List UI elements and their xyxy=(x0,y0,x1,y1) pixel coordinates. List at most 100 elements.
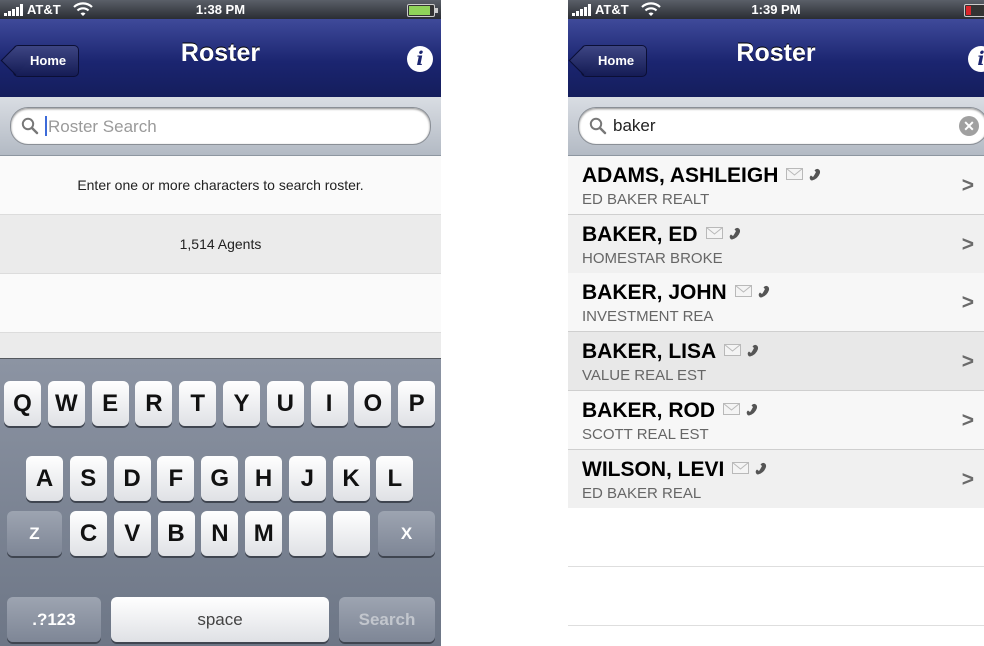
key-y[interactable]: Y xyxy=(223,381,260,426)
key-z[interactable]: C xyxy=(70,511,107,556)
battery-icon xyxy=(407,4,438,17)
empty-row xyxy=(0,274,441,333)
list-item[interactable]: BAKER, JOHN INVESTMENT REA > xyxy=(568,273,984,333)
list-item[interactable]: BAKER, ROD SCOTT REAL EST > xyxy=(568,390,984,450)
envelope-icon xyxy=(724,338,742,357)
chevron-right-icon: > xyxy=(961,408,974,432)
key-a[interactable]: A xyxy=(26,456,63,501)
clear-x-icon[interactable]: ✕ xyxy=(959,116,979,136)
delete-key[interactable]: X xyxy=(378,511,435,556)
search-bar: Roster Search xyxy=(0,97,441,156)
phone-handset-icon xyxy=(745,340,761,357)
search-input[interactable]: Roster Search xyxy=(10,107,431,145)
key-t[interactable]: T xyxy=(179,381,217,426)
key-c[interactable]: B xyxy=(157,511,195,556)
battery-icon xyxy=(964,4,984,17)
search-hint-text: Enter one or more characters to search r… xyxy=(77,177,364,193)
key-w[interactable]: W xyxy=(47,381,85,426)
key-d[interactable]: D xyxy=(113,456,151,501)
search-icon xyxy=(21,117,39,135)
status-bar: AT&T 1:39 PM xyxy=(568,0,984,19)
key-e[interactable]: E xyxy=(91,381,129,426)
phone-screen-right: AT&T 1:39 PM Home Roster i baker ✕ ADAMS… xyxy=(568,0,984,646)
key-j[interactable]: J xyxy=(288,456,326,501)
agent-company: VALUE REAL EST xyxy=(582,367,707,385)
key-h[interactable]: H xyxy=(245,456,282,501)
envelope-icon xyxy=(705,221,723,239)
empty-row xyxy=(0,333,441,359)
key-p[interactable]: P xyxy=(398,381,436,426)
key-m[interactable] xyxy=(332,511,370,556)
agent-name: BAKER, ROD xyxy=(582,398,716,422)
key-n[interactable] xyxy=(289,511,326,556)
list-item[interactable]: BAKER, ED HOMESTAR BROKE > xyxy=(568,214,984,274)
key-o[interactable]: O xyxy=(354,381,392,426)
on-screen-keyboard: QWERTYUIOP ASDFGHJKL Z X CVBNM .?123 spa… xyxy=(0,358,441,646)
agent-name-line: WILSON, LEVI xyxy=(582,456,769,482)
empty-row xyxy=(568,567,984,626)
list-item[interactable]: WILSON, LEVI ED BAKER REAL > xyxy=(568,449,984,509)
search-value: baker xyxy=(613,116,656,135)
search-icon xyxy=(589,117,607,135)
search-bar: baker ✕ xyxy=(568,97,984,156)
agent-name-line: ADAMS, ASHLEIGH xyxy=(582,162,823,188)
info-icon[interactable]: i xyxy=(968,46,984,72)
list-item[interactable]: BAKER, LISA VALUE REAL EST > xyxy=(568,332,984,392)
agent-name-line: BAKER, JOHN xyxy=(582,279,772,305)
key-u[interactable]: U xyxy=(266,381,304,426)
agent-count-row: 1,514 Agents xyxy=(0,215,441,274)
search-hint-row: Enter one or more characters to search r… xyxy=(0,156,441,215)
agent-company: ED BAKER REAL xyxy=(582,484,702,502)
agent-company: ED BAKER REALT xyxy=(582,191,710,208)
info-icon[interactable]: i xyxy=(407,46,433,72)
envelope-icon xyxy=(732,456,750,474)
envelope-icon xyxy=(734,279,752,298)
key-k[interactable]: K xyxy=(332,456,370,501)
agent-company: INVESTMENT REA xyxy=(582,308,714,326)
agent-name-line: BAKER, LISA xyxy=(582,338,761,364)
key-r[interactable]: R xyxy=(135,381,173,426)
agent-name: BAKER, LISA xyxy=(582,340,717,364)
envelope-icon xyxy=(786,162,804,180)
key-i[interactable]: I xyxy=(310,381,348,426)
text-caret xyxy=(45,116,47,136)
empty-row xyxy=(568,508,984,567)
page-title: Roster xyxy=(180,39,261,67)
shift-key[interactable]: Z xyxy=(7,511,62,556)
agent-name: BAKER, ED xyxy=(582,222,698,246)
key-q[interactable]: Q xyxy=(4,381,41,426)
agent-name: ADAMS, ASHLEIGH xyxy=(582,164,779,187)
key-b[interactable]: M xyxy=(245,511,283,556)
space-key[interactable]: space xyxy=(111,597,329,642)
key-s[interactable]: S xyxy=(69,456,107,501)
agent-name: BAKER, JOHN xyxy=(582,281,727,305)
key-f[interactable]: F xyxy=(157,456,195,501)
status-bar: AT&T 1:38 PM xyxy=(0,0,441,19)
chevron-right-icon: > xyxy=(961,174,974,197)
page-title: Roster xyxy=(736,39,816,67)
key-v[interactable]: N xyxy=(201,511,239,556)
clock-time: 1:38 PM xyxy=(195,2,246,17)
navigation-bar: Home Roster i xyxy=(0,19,441,98)
chevron-right-icon: > xyxy=(961,291,974,315)
key-g[interactable]: G xyxy=(201,456,239,501)
chevron-right-icon: > xyxy=(961,232,974,256)
phone-handset-icon xyxy=(753,458,769,474)
key-l[interactable]: L xyxy=(376,456,414,501)
agent-name-line: BAKER, ED xyxy=(582,221,743,247)
key-x[interactable]: V xyxy=(113,511,151,556)
clock-time: 1:39 PM xyxy=(751,2,801,17)
numbers-key[interactable]: .?123 xyxy=(7,597,101,642)
chevron-right-icon: > xyxy=(961,350,974,374)
navigation-bar: Home Roster i xyxy=(568,19,984,98)
search-placeholder: Roster Search xyxy=(48,117,157,136)
search-key[interactable]: Search xyxy=(339,597,435,642)
list-item[interactable]: ADAMS, ASHLEIGH ED BAKER REALT > xyxy=(568,156,984,215)
agent-count-text: 1,514 Agents xyxy=(179,236,262,252)
agent-name-line: BAKER, ROD xyxy=(582,397,760,423)
phone-handset-icon xyxy=(744,399,760,416)
search-input[interactable]: baker ✕ xyxy=(578,107,984,145)
agent-company: SCOTT REAL EST xyxy=(582,425,709,443)
envelope-icon xyxy=(723,397,741,415)
agent-company: HOMESTAR BROKE xyxy=(582,249,723,267)
